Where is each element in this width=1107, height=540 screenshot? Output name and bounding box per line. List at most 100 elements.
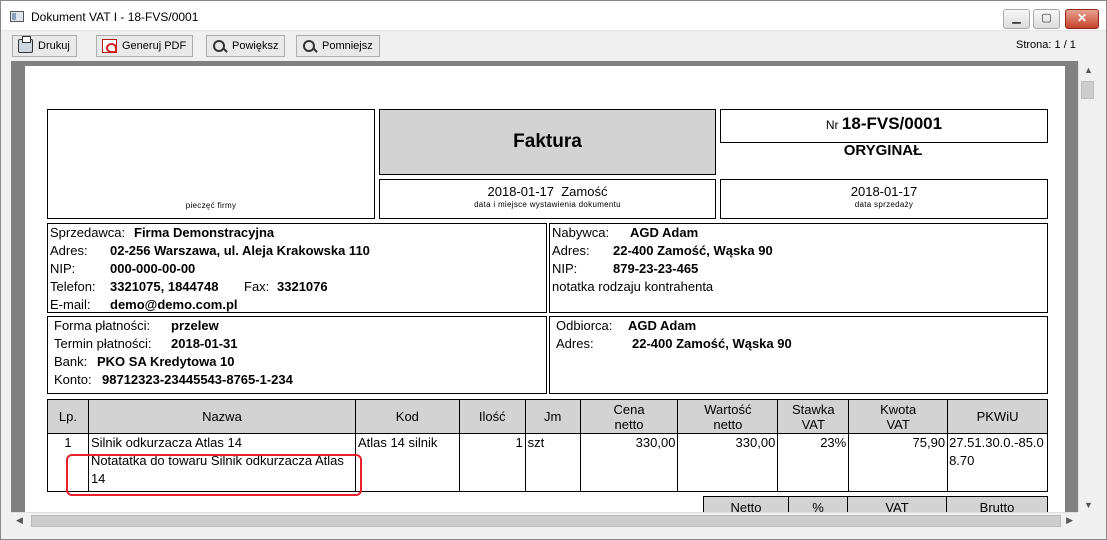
maximize-button[interactable]: ▢ <box>1033 9 1060 29</box>
buyer-nip: 879-23-23-465 <box>613 261 699 276</box>
seller-address-label: Adres: <box>50 243 88 258</box>
col-rate-line1: Stawka <box>791 401 835 417</box>
seller-fax: 3321076 <box>277 279 328 294</box>
scroll-right-icon[interactable]: ▶ <box>1066 515 1073 526</box>
sale-date-box: 2018-01-17 data sprzedaży <box>720 179 1048 219</box>
title-bar: Dokument VAT I - 18-FVS/0001 ▁ ▢ ✕ <box>1 1 1106 31</box>
zoom-in-label: Powiększ <box>232 40 279 52</box>
issue-date-box: 2018-01-17 Zamość data i miejsce wystawi… <box>379 179 716 219</box>
row-rate: 23% <box>777 433 850 492</box>
payment-term-label: Termin płatności: <box>54 336 152 351</box>
vertical-scroll-thumb[interactable] <box>1081 81 1094 99</box>
row-pkwiu: 27.51.30.0.-85.08.70 <box>947 433 1048 492</box>
zoom-out-label: Pomniejsz <box>322 40 373 52</box>
scroll-up-icon[interactable]: ▲ <box>1084 65 1093 75</box>
recipient-name: AGD Adam <box>628 318 697 333</box>
buyer-label: Nabywca: <box>552 225 610 240</box>
seller-phone: 3321075, 1844748 <box>110 279 219 294</box>
col-qty: Ilość <box>458 399 526 434</box>
account-number: 98712323-23445543-8765-1-234 <box>102 372 293 387</box>
print-label: Drukuj <box>38 40 70 52</box>
printer-icon <box>18 36 33 53</box>
toolbar: Drukuj Generuj PDF Powiększ Pomniejsz St… <box>1 32 1106 60</box>
row-price: 330,00 <box>579 433 679 492</box>
window-title: Dokument VAT I - 18-FVS/0001 <box>31 10 199 24</box>
recipient-box: Odbiorca: AGD Adam Adres: 22-400 Zamość, W… <box>549 316 1048 394</box>
col-value-line1: Wartość <box>704 401 752 417</box>
copy-type: ORYGINAŁ <box>843 142 923 159</box>
buyer-address-label: Adres: <box>552 243 590 258</box>
col-name: Nazwa <box>87 399 356 434</box>
minimize-button[interactable]: ▁ <box>1003 9 1030 29</box>
scroll-down-icon[interactable]: ▼ <box>1084 500 1093 510</box>
row-name: Silnik odkurzacza Atlas 14 <box>90 435 242 450</box>
issue-date-place: 2018-01-17 Zamość <box>487 184 608 199</box>
seller-email: demo@demo.com.pl <box>110 297 238 312</box>
zoom-out-icon <box>302 39 317 53</box>
buyer-address: 22-400 Zamość, Wąska 90 <box>613 243 773 258</box>
col-unit: Jm <box>524 399 581 434</box>
row-unit: szt <box>524 433 581 492</box>
recipient-label: Odbiorca: <box>556 318 613 333</box>
payment-form-label: Forma płatności: <box>54 318 151 333</box>
close-button[interactable]: ✕ <box>1065 9 1099 29</box>
invoice-number: 18-FVS/0001 <box>841 114 943 133</box>
payment-term: 2018-01-31 <box>171 336 238 351</box>
payment-form: przelew <box>171 318 219 333</box>
col-value-line2: netto <box>713 416 743 432</box>
col-rate: Stawka VAT <box>777 399 850 434</box>
seller-name: Firma Demonstracyjna <box>134 225 275 240</box>
number-label: Nr <box>825 118 839 132</box>
seller-phone-label: Telefon: <box>50 279 96 294</box>
page-indicator: Strona: 1 / 1 <box>1016 39 1076 51</box>
generate-pdf-button[interactable]: Generuj PDF <box>96 35 194 57</box>
zoom-in-button[interactable]: Powiększ <box>206 35 286 57</box>
scroll-corner <box>1078 512 1096 529</box>
generate-pdf-label: Generuj PDF <box>122 40 187 52</box>
seller-nip: 000-000-00-00 <box>110 261 196 276</box>
row-value: 330,00 <box>677 433 779 492</box>
issue-caption: data i miejsce wystawienia dokumentu <box>474 200 621 209</box>
sale-caption: data sprzedaży <box>854 200 914 209</box>
zoom-in-icon <box>212 39 227 53</box>
zoom-out-button[interactable]: Pomniejsz <box>296 35 380 57</box>
seller-nip-label: NIP: <box>50 261 76 276</box>
horizontal-scroll-thumb[interactable] <box>31 515 1061 527</box>
row-qty: 1 <box>458 433 526 492</box>
print-button[interactable]: Drukuj <box>12 35 77 57</box>
recipient-address: 22-400 Zamość, Wąska 90 <box>632 336 792 351</box>
note-highlight <box>66 454 362 496</box>
col-value: Wartość netto <box>677 399 779 434</box>
sale-date: 2018-01-17 <box>850 184 918 199</box>
document-type: Faktura <box>379 109 716 175</box>
company-stamp-box: pieczęć firmy <box>47 109 375 219</box>
payment-box: Forma płatności: przelew Termin płatności… <box>47 316 547 394</box>
buyer-box: Nabywca: AGD Adam Adres: 22-400 Zamość, Wą… <box>549 223 1048 313</box>
row-vat: 75,90 <box>848 433 949 492</box>
bank-name: PKO SA Kredytowa 10 <box>97 354 235 369</box>
account-label: Konto: <box>54 372 92 387</box>
vertical-scrollbar[interactable]: ▲ ▼ <box>1078 61 1096 512</box>
col-price: Cena netto <box>579 399 679 434</box>
seller-address: 02-256 Warszawa, ul. Aleja Krakowska 110 <box>110 243 370 258</box>
col-code: Kod <box>354 399 460 434</box>
horizontal-scrollbar[interactable]: ◀ ▶ <box>11 512 1078 529</box>
col-pkwiu: PKWiU <box>947 399 1048 434</box>
col-vat-line2: VAT <box>886 416 910 432</box>
seller-fax-label: Fax: <box>244 279 270 294</box>
recipient-address-label: Adres: <box>556 336 594 351</box>
buyer-nip-label: NIP: <box>552 261 578 276</box>
col-price-line1: Cena <box>613 401 645 417</box>
scroll-left-icon[interactable]: ◀ <box>16 515 23 526</box>
buyer-name: AGD Adam <box>630 225 699 240</box>
buyer-note: notatka rodzaju kontrahenta <box>552 279 714 294</box>
seller-email-label: E-mail: <box>50 297 91 312</box>
col-vat-line1: Kwota <box>880 401 917 417</box>
col-vat: Kwota VAT <box>848 399 949 434</box>
col-lp: Lp. <box>47 399 89 434</box>
seller-label: Sprzedawca: <box>50 225 126 240</box>
stamp-label: pieczęć firmy <box>185 201 237 210</box>
bank-label: Bank: <box>54 354 88 369</box>
invoice-number-box: Nr 18-FVS/0001 <box>720 109 1048 143</box>
seller-box: Sprzedawca: Firma Demonstracyjna Adres: 02… <box>47 223 547 313</box>
